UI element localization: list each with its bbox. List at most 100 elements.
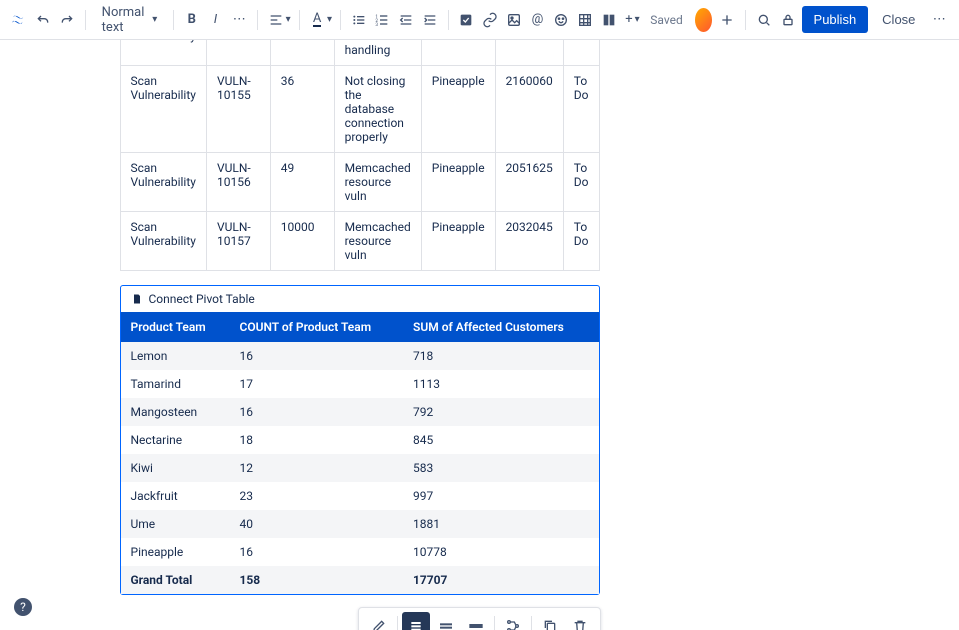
action-item-button[interactable] [456,6,476,34]
macro-header: Connect Pivot Table [121,286,599,312]
chart-button[interactable] [499,612,527,630]
pivot-header: Product Team [121,312,230,342]
macro-floating-toolbar [358,607,601,630]
outdent-button[interactable] [396,6,416,34]
pivot-row: Lemon16718 [121,342,599,370]
close-button[interactable]: Close [872,6,925,33]
editor-content: Vulnerability 10154 errorhandling Scan V… [0,40,959,630]
text-color-button[interactable]: A [307,6,327,34]
cell[interactable]: To Do [563,66,599,153]
vulnerability-table[interactable]: Vulnerability 10154 errorhandling Scan V… [120,40,600,271]
more-formatting-button[interactable]: ⋯ [229,6,249,34]
table-row: Scan Vulnerability VULN-10156 49 Memcach… [120,153,599,212]
pivot-header: COUNT of Product Team [229,312,403,342]
chevron-down-icon: ▾ [152,14,157,25]
cell[interactable] [495,40,563,66]
cell[interactable]: VULN-10156 [206,153,270,212]
cell[interactable] [421,40,495,66]
pivot-row: Nectarine18845 [121,426,599,454]
separator [299,10,300,30]
separator [494,616,495,630]
cell[interactable]: Pineapple [421,212,495,271]
cell[interactable]: 2032045 [495,212,563,271]
saved-status: Saved [650,13,682,27]
insert-dropdown[interactable]: +▾ [623,6,643,34]
image-button[interactable] [504,6,524,34]
cell[interactable]: VULN-10157 [206,212,270,271]
invite-button[interactable] [718,6,738,34]
svg-text:3: 3 [376,22,379,28]
avatar[interactable] [695,8,712,32]
table-row: Scan Vulnerability VULN-10155 36 Not clo… [120,66,599,153]
separator [448,10,449,30]
cell[interactable]: Not closing the database connection prop… [334,66,421,153]
text-style-dropdown[interactable]: Normal text ▾ [94,6,166,34]
cell[interactable]: Scan Vulnerability [120,153,206,212]
cell[interactable] [270,40,334,66]
chevron-down-icon: ▾ [286,14,291,25]
cell[interactable]: 36 [270,66,334,153]
cell[interactable]: Scan Vulnerability [120,212,206,271]
cell[interactable]: Memcached resource vuln [334,153,421,212]
redo-button[interactable] [57,6,77,34]
emoji-button[interactable] [551,6,571,34]
cell[interactable]: 10154 [206,40,270,66]
separator [257,10,258,30]
editor-toolbar: Normal text ▾ B I ⋯ ▾ A ▾ 123 @ [0,0,959,40]
copy-button[interactable] [536,612,564,630]
cell[interactable]: 10000 [270,212,334,271]
width-wide-button[interactable] [432,612,460,630]
separator [531,616,532,630]
cell[interactable]: Memcached resource vuln [334,212,421,271]
table-button[interactable] [575,6,595,34]
publish-button[interactable]: Publish [802,6,869,33]
layouts-button[interactable] [599,6,619,34]
indent-button[interactable] [420,6,440,34]
italic-button[interactable]: I [206,6,226,34]
chevron-down-icon: ▾ [327,14,332,25]
pivot-macro[interactable]: Connect Pivot Table Product Team COUNT o… [120,285,600,595]
separator [85,10,86,30]
undo-button[interactable] [34,6,54,34]
restrictions-button[interactable] [778,6,798,34]
delete-button[interactable] [566,612,594,630]
mention-button[interactable]: @ [528,6,548,34]
table-row: Vulnerability 10154 errorhandling [120,40,599,66]
cell[interactable]: 2051625 [495,153,563,212]
cell[interactable]: Vulnerability [120,40,206,66]
cell[interactable] [563,40,599,66]
width-center-button[interactable] [402,612,430,630]
pivot-total-row: Grand Total15817707 [121,566,599,594]
cell[interactable]: 49 [270,153,334,212]
cell[interactable]: errorhandling [334,40,421,66]
separator [173,10,174,30]
cell[interactable]: VULN-10155 [206,66,270,153]
numbered-list-button[interactable]: 123 [373,6,393,34]
bullet-list-button[interactable] [349,6,369,34]
bold-button[interactable]: B [182,6,202,34]
width-full-button[interactable] [462,612,490,630]
pivot-header: SUM of Affected Customers [403,312,599,342]
cell[interactable]: To Do [563,212,599,271]
pivot-row: Pineapple1610778 [121,538,599,566]
pivot-row: Jackfruit23997 [121,482,599,510]
link-button[interactable] [480,6,500,34]
pivot-table: Product Team COUNT of Product Team SUM o… [121,312,599,594]
pivot-row: Mangosteen16792 [121,398,599,426]
document-icon [131,293,143,305]
cell[interactable]: To Do [563,153,599,212]
cell[interactable]: Pineapple [421,153,495,212]
help-button[interactable]: ? [14,598,32,616]
edit-macro-button[interactable] [365,612,393,630]
find-replace-button[interactable] [754,6,774,34]
align-dropdown[interactable] [266,6,286,34]
more-actions-button[interactable]: ⋯ [929,6,949,34]
cell[interactable]: Pineapple [421,66,495,153]
cell[interactable]: 2160060 [495,66,563,153]
separator [745,10,746,30]
pivot-row: Kiwi12583 [121,454,599,482]
confluence-logo-icon [10,9,26,31]
cell[interactable]: Scan Vulnerability [120,66,206,153]
separator [340,10,341,30]
table-row: Scan Vulnerability VULN-10157 10000 Memc… [120,212,599,271]
